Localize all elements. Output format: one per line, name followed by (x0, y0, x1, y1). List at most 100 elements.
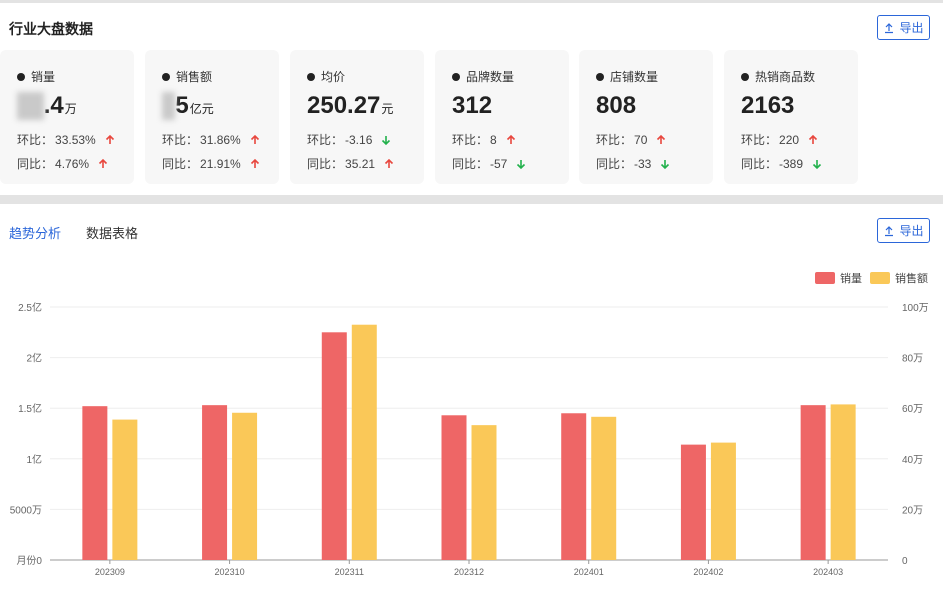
export-label: 导出 (899, 224, 924, 238)
y-axis-left-tick: 月份0 (16, 555, 42, 567)
y-axis-right-tick: 20万 (902, 505, 923, 516)
bar (561, 413, 587, 560)
upload-icon (885, 22, 894, 33)
y-axis-right-tick: 80万 (902, 354, 923, 365)
section-divider (0, 195, 943, 204)
y-axis-left-tick: 1.5亿 (18, 402, 42, 415)
legend-swatch (815, 272, 835, 284)
export-label: 导出 (899, 21, 924, 35)
mom-row: 环比： 70 (596, 131, 667, 148)
kpi-label: 销量 (17, 68, 55, 85)
mom-row: 环比： -3.16 (307, 131, 392, 148)
mom-row: 环比： 8 (452, 131, 517, 148)
kpi-card-avg-price: 均价 250.27元 环比： -3.16 同比： 35.21 (290, 50, 424, 184)
y-axis-left-tick: 1亿 (26, 453, 42, 466)
tab-data-table[interactable]: 数据表格 (86, 223, 138, 242)
bar (441, 415, 467, 560)
kpi-card-brand-count: 品牌数量 312 环比： 8 同比： -57 (435, 50, 569, 184)
arrow-down-icon (659, 158, 671, 170)
bullet-icon (17, 72, 25, 81)
bullet-icon (307, 72, 315, 81)
yoy-row: 同比： 35.21 (307, 155, 395, 172)
export-button[interactable]: 导出 (877, 15, 930, 40)
arrow-up-icon (249, 134, 261, 146)
kpi-card-store-count: 店铺数量 808 环比： 70 同比： -33 (579, 50, 713, 184)
bullet-icon (162, 72, 170, 81)
arrow-down-icon (380, 134, 392, 146)
bar (112, 419, 138, 560)
legend-label: 销量 (840, 271, 862, 285)
x-axis-tick: 202312 (454, 567, 484, 577)
blurred-value: 31 (17, 92, 44, 120)
kpi-label: 店铺数量 (596, 68, 658, 85)
bar (351, 324, 377, 560)
arrow-up-icon (249, 158, 261, 170)
bar (232, 412, 258, 560)
legend-label: 销售额 (895, 271, 928, 285)
mom-row: 环比： 220 (741, 131, 819, 148)
kpi-value: 250.27元 (307, 92, 394, 119)
top-divider (0, 0, 943, 3)
y-axis-left-tick: 5000万 (10, 505, 42, 516)
arrow-down-icon (811, 158, 823, 170)
kpi-value: 75亿元 (162, 92, 214, 120)
kpi-label: 热销商品数 (741, 68, 815, 85)
arrow-up-icon (807, 134, 819, 146)
y-axis-right-tick: 60万 (902, 404, 923, 415)
x-axis-tick: 202401 (574, 567, 604, 577)
bar (830, 404, 856, 560)
bar (680, 444, 706, 560)
bar (471, 425, 497, 560)
bullet-icon (596, 72, 604, 81)
yoy-row: 同比： -33 (596, 155, 671, 172)
mom-row: 环比： 33.53% (17, 131, 116, 148)
trend-chart-svg: 月份0 0 5000万 20万 1亿 40万 1.5亿 60万 2亿 80万 2.5亿 100万 202… (10, 271, 929, 577)
x-axis-tick: 202402 (693, 567, 723, 577)
tab-trend-analysis[interactable]: 趋势分析 (9, 223, 61, 242)
kpi-label: 品牌数量 (452, 68, 514, 85)
arrow-up-icon (97, 158, 109, 170)
trend-chart: 月份0 0 5000万 20万 1亿 40万 1.5亿 60万 2亿 80万 2.5亿 100万 202… (0, 260, 943, 586)
kpi-card-sales-volume: 销量 31.4万 环比：33.53% 同比：4.76% (0, 50, 134, 184)
kpi-label: 均价 (307, 68, 345, 85)
bar (202, 405, 228, 560)
kpi-label: 销售额 (162, 68, 212, 85)
kpi-card-hot-products: 热销商品数 2163 环比： 220 同比： -389 (724, 50, 858, 184)
y-axis-left-tick: 2亿 (26, 352, 42, 365)
upload-icon (885, 225, 894, 236)
x-axis-tick: 202311 (335, 567, 364, 577)
x-axis-tick: 202309 (95, 567, 125, 577)
arrow-up-icon (505, 134, 517, 146)
bar (591, 416, 617, 560)
bar (321, 332, 347, 560)
bar (800, 405, 826, 560)
section-title: 行业大盘数据 (9, 21, 93, 37)
x-axis-tick: 202310 (215, 567, 245, 577)
blurred-value: 7 (162, 92, 176, 120)
mom-row: 环比： 31.86% (162, 131, 261, 148)
kpi-value: 808 (596, 92, 637, 119)
arrow-up-icon (104, 134, 116, 146)
bullet-icon (741, 72, 749, 81)
view-tabs: 趋势分析 数据表格 (9, 223, 138, 242)
export-button[interactable]: 导出 (877, 218, 930, 243)
yoy-row: 同比： 4.76% (17, 155, 109, 172)
kpi-value: 312 (452, 92, 493, 119)
legend-swatch (870, 272, 890, 284)
yoy-row: 同比： -57 (452, 155, 527, 172)
y-axis-left-tick: 2.5亿 (18, 301, 42, 314)
bar (710, 442, 736, 560)
arrow-up-icon (655, 134, 667, 146)
yoy-row: 同比： -389 (741, 155, 823, 172)
bar (82, 406, 108, 560)
kpi-value: 2163 (741, 92, 795, 119)
arrow-down-icon (515, 158, 527, 170)
bullet-icon (452, 72, 460, 81)
y-axis-right-tick: 100万 (902, 303, 929, 314)
yoy-row: 同比： 21.91% (162, 155, 261, 172)
y-axis-right-tick: 40万 (902, 455, 923, 466)
kpi-card-sales-amount: 销售额 75亿元 环比：31.86% 同比：21.91% (145, 50, 279, 184)
y-axis-right-tick: 0 (902, 556, 908, 567)
x-axis-tick: 202403 (813, 567, 843, 577)
arrow-up-icon (383, 158, 395, 170)
